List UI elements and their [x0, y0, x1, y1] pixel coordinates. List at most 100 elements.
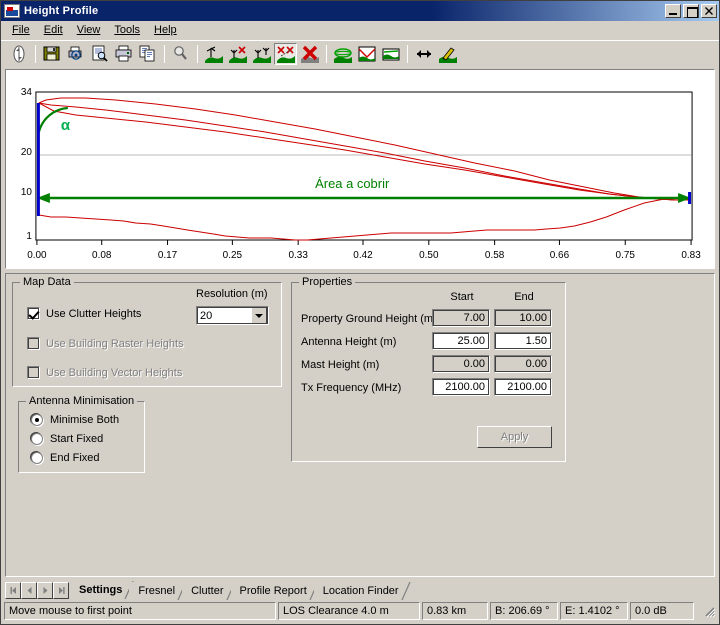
tx-frequency-start-field[interactable]: 2100.00	[432, 378, 490, 396]
status-loss: 0.0 dB	[630, 602, 694, 620]
delete-start-antenna-button[interactable]	[226, 43, 249, 65]
next-tab-button[interactable]	[37, 582, 53, 599]
property-ground-height-end-field: 10.00	[494, 309, 552, 327]
map-data-group-label: Map Data	[20, 276, 74, 288]
edit-profile-button[interactable]	[436, 43, 459, 65]
delete-both-antennas-button[interactable]	[274, 42, 297, 65]
use-clutter-heights-label: Use Clutter Heights	[46, 307, 142, 320]
mast-height-start-field: 0.00	[432, 355, 490, 373]
tab-fresnel[interactable]: Fresnel	[129, 582, 187, 600]
tab-profile-report[interactable]: Profile Report	[230, 582, 319, 600]
save-button[interactable]	[40, 43, 63, 65]
move-first-point-button[interactable]	[202, 43, 225, 65]
minimize-button[interactable]	[665, 4, 681, 18]
previous-tab-icon	[27, 587, 31, 594]
end-column-header: End	[514, 291, 534, 303]
start-fixed-radio[interactable]	[31, 433, 43, 445]
first-tab-icon	[10, 587, 16, 594]
menu-edit[interactable]: Edit	[37, 22, 70, 38]
antenna-minimisation-group: Antenna Minimisation Minimise Both Start…	[18, 395, 145, 473]
start-fixed-row[interactable]: Start Fixed	[31, 433, 103, 445]
window-title: Height Profile	[24, 5, 99, 17]
save-icon	[43, 46, 60, 61]
x-tick-10: 0.83	[681, 250, 701, 261]
resolution-combobox[interactable]: 20	[196, 306, 269, 325]
last-tab-button[interactable]	[53, 582, 69, 599]
status-los-clearance: LOS Clearance 4.0 m	[278, 602, 420, 620]
maximize-button[interactable]	[683, 4, 699, 18]
clear-profile-button[interactable]	[298, 43, 321, 65]
tx-frequency-end-field[interactable]: 2100.00	[494, 378, 552, 396]
start-fixed-label: Start Fixed	[50, 433, 104, 445]
use-building-raster-heights-label: Use Building Raster Heights	[46, 337, 184, 350]
end-fixed-row[interactable]: End Fixed	[31, 452, 100, 464]
resize-grip-svg	[705, 607, 716, 618]
x-tick-0: 0.00	[27, 250, 47, 261]
use-clutter-heights-row[interactable]: Use Clutter Heights	[27, 307, 141, 320]
tab-settings[interactable]: Settings	[70, 581, 134, 599]
close-button[interactable]	[701, 4, 717, 18]
zoom-button[interactable]	[169, 43, 192, 65]
menu-view[interactable]: View	[70, 22, 108, 38]
minimise-both-radio[interactable]	[31, 414, 43, 426]
resolution-value: 20	[200, 309, 213, 322]
height-profile-chart[interactable]: 34 20 10 1 0.00 0.08 0.17 0.25 0.33 0.42…	[5, 69, 715, 269]
tab-clutter[interactable]: Clutter	[182, 582, 236, 600]
properties-group: Properties Start End Property Ground Hei…	[291, 276, 566, 462]
property-ground-height-label: Property Ground Height (m)	[301, 313, 437, 325]
mast-height-end-field: 0.00	[494, 355, 552, 373]
minimise-both-row[interactable]: Minimise Both	[31, 414, 119, 426]
x-tick-5: 0.42	[353, 250, 373, 261]
fresnel-zone-button[interactable]	[331, 43, 354, 65]
profile-window-icon	[4, 4, 20, 18]
measure-distance-button[interactable]	[412, 43, 435, 65]
start-mast-marker	[36, 103, 40, 216]
toolbar-separator-3	[197, 44, 198, 63]
terrain-view-button[interactable]	[379, 43, 402, 65]
property-ground-height-start-field: 7.00	[432, 309, 490, 327]
clutter-view-icon	[358, 46, 375, 61]
print-setup-button[interactable]	[64, 43, 87, 65]
y-tick-34: 34	[21, 87, 33, 98]
terrain-view-icon	[382, 48, 399, 60]
x-tick-7: 0.58	[485, 250, 505, 261]
menu-help[interactable]: Help	[147, 22, 184, 38]
copy-button[interactable]	[136, 43, 159, 65]
toolbar-separator-4	[326, 44, 327, 63]
menu-tools-label: Tools	[114, 24, 141, 36]
print-icon	[115, 45, 132, 62]
menu-tools[interactable]: Tools	[107, 22, 147, 38]
apply-button-label: Apply	[500, 431, 529, 443]
first-tab-button[interactable]	[5, 582, 21, 599]
start-column-header: Start	[450, 291, 474, 303]
antenna-height-end-field[interactable]: 1.50	[494, 332, 552, 350]
mast-height-label: Mast Height (m)	[301, 359, 380, 371]
clutter-view-button[interactable]	[355, 43, 378, 65]
resize-grip-icon[interactable]	[702, 604, 716, 618]
menu-file[interactable]: File	[5, 22, 37, 38]
flip-profile-button[interactable]	[7, 43, 30, 65]
y-tick-10: 10	[21, 187, 33, 198]
title-bar: Height Profile	[1, 1, 719, 21]
x-tick-8: 0.66	[550, 250, 570, 261]
menu-view-label: View	[76, 24, 101, 36]
use-building-vector-heights-label: Use Building Vector Heights	[46, 366, 183, 379]
tab-strip: Settings Fresnel Clutter Profile Report …	[5, 579, 715, 600]
tab-location-finder[interactable]: Location Finder	[313, 582, 411, 600]
toolbar	[1, 40, 719, 66]
x-tick-9: 0.75	[616, 250, 636, 261]
resolution-dropdown-button[interactable]	[251, 307, 267, 324]
properties-group-label: Properties	[299, 276, 356, 288]
tab-location-finder-label: Location Finder	[322, 584, 399, 597]
antenna-height-label: Antenna Height (m)	[301, 336, 397, 348]
end-fixed-radio[interactable]	[31, 452, 43, 464]
previous-tab-button[interactable]	[21, 582, 37, 599]
status-bar: Move mouse to first point LOS Clearance …	[4, 601, 716, 621]
apply-button[interactable]: Apply	[477, 426, 552, 448]
use-clutter-heights-checkbox[interactable]	[27, 307, 40, 320]
add-end-antenna-button[interactable]	[250, 43, 273, 65]
print-button[interactable]	[112, 43, 135, 65]
antenna-height-start-field[interactable]: 25.00	[432, 332, 490, 350]
flip-profile-icon	[13, 45, 24, 62]
print-preview-button[interactable]	[88, 43, 111, 65]
